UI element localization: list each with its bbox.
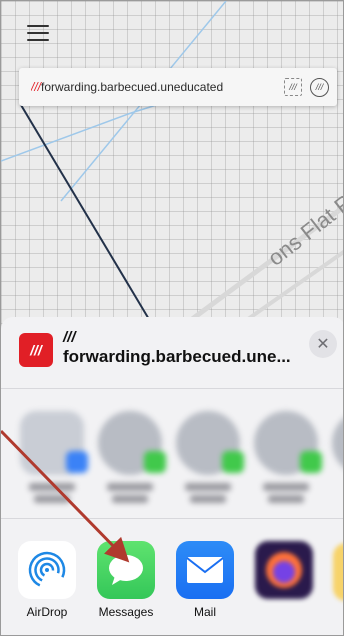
share-header-slashes: /// [63,329,76,346]
app-label: Mail [193,605,216,619]
contact-suggestion[interactable] [95,411,166,511]
contact-suggestion[interactable] [173,411,244,511]
avatar [20,411,88,475]
address-text: ///forwarding.barbecued.uneducated [31,80,276,94]
map-roads [1,1,343,331]
avatar [332,411,343,475]
firefox-icon [255,541,313,599]
avatar [254,411,322,475]
menu-icon[interactable] [27,25,49,43]
contacts-row[interactable] [1,389,343,519]
partial-app-icon[interactable] [333,543,343,601]
screen-frame: ///forwarding.barbecued.uneducated /// /… [0,0,344,636]
share-sheet: /// /// forwarding.barbecued.une... ✕ Ai… [1,317,343,635]
grid-icon[interactable]: /// [284,78,302,96]
contact-suggestion[interactable] [329,411,343,511]
share-header-title: forwarding.barbecued.une... [63,347,291,366]
avatar [98,411,166,475]
chat-icon[interactable]: /// [310,77,329,97]
share-app-firefox[interactable] [244,541,324,605]
apps-row: AirDrop Messages Mail [1,539,343,635]
address-words: forwarding.barbecued.uneducated [41,80,224,94]
address-bar[interactable]: ///forwarding.barbecued.uneducated /// /… [19,68,337,106]
share-sheet-header: /// /// forwarding.barbecued.une... ✕ [1,317,343,389]
messages-icon [97,541,155,599]
share-app-airdrop[interactable]: AirDrop [7,541,87,619]
share-app-mail[interactable]: Mail [165,541,245,619]
avatar [176,411,244,475]
app-label: Messages [98,605,154,619]
address-slashes: /// [31,80,42,94]
contact-suggestion[interactable] [17,411,88,511]
what3words-logo-icon: /// [19,333,53,367]
mail-icon [176,541,234,599]
app-label: AirDrop [26,605,68,619]
share-app-messages[interactable]: Messages [86,541,166,619]
contact-suggestion[interactable] [251,411,322,511]
airdrop-icon [18,541,76,599]
close-button[interactable]: ✕ [309,330,337,358]
map-view[interactable]: ///forwarding.barbecued.uneducated /// /… [1,1,343,331]
